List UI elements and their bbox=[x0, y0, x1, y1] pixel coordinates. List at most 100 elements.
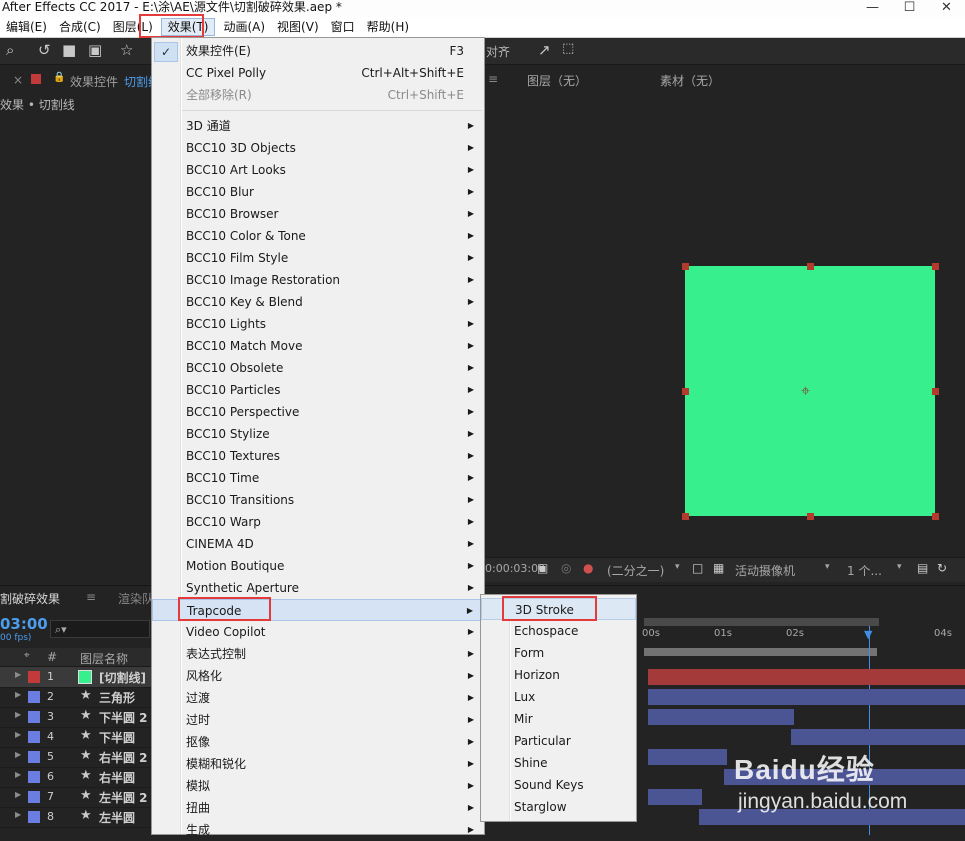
search-icon[interactable]: ⌕ bbox=[6, 41, 14, 59]
timeline-search-input[interactable]: ⌕▾ bbox=[50, 620, 150, 638]
transform-handle[interactable] bbox=[932, 513, 939, 520]
effects-menu-item[interactable]: BCC10 Blur ▶ bbox=[152, 181, 484, 203]
trapcode-menu-item[interactable]: Horizon bbox=[481, 664, 636, 686]
label-column-icon[interactable]: ⌖ bbox=[24, 650, 30, 661]
layer-name[interactable]: 下半圆 bbox=[99, 729, 135, 746]
maximize-button[interactable]: ☐ bbox=[891, 0, 928, 17]
layer-duration-bar[interactable] bbox=[648, 689, 965, 705]
effects-menu-item[interactable]: BCC10 Match Move ▶ bbox=[152, 335, 484, 357]
effects-menu-item[interactable]: 模糊和锐化 ▶ bbox=[152, 753, 484, 775]
effects-menu-item[interactable]: Video Copilot ▶ bbox=[152, 621, 484, 643]
expand-triangle-icon[interactable]: ▶ bbox=[15, 690, 21, 699]
effects-menu-item[interactable]: BCC10 Browser ▶ bbox=[152, 203, 484, 225]
effects-menu-item[interactable]: BCC10 Perspective ▶ bbox=[152, 401, 484, 423]
expand-triangle-icon[interactable]: ▶ bbox=[15, 730, 21, 739]
expand-triangle-icon[interactable]: ▶ bbox=[15, 810, 21, 819]
minimize-button[interactable]: — bbox=[854, 0, 891, 17]
layer-row[interactable]: ▶ 1 [切割线] bbox=[0, 667, 151, 688]
layer-name[interactable]: 右半圆 bbox=[99, 769, 135, 786]
camera-dropdown[interactable]: 活动摄像机 bbox=[735, 562, 835, 579]
layer-duration-bar[interactable] bbox=[648, 669, 965, 685]
menu-4[interactable]: 动画(A) bbox=[217, 17, 271, 37]
expand-triangle-icon[interactable]: ▶ bbox=[15, 670, 21, 679]
menu-7[interactable]: 帮助(H) bbox=[361, 17, 415, 37]
transform-handle[interactable] bbox=[932, 388, 939, 395]
effects-menu-item[interactable]: BCC10 Warp ▶ bbox=[152, 511, 484, 533]
views-dropdown[interactable]: 1 个... bbox=[847, 562, 882, 579]
label-color-swatch[interactable] bbox=[28, 751, 40, 763]
layer-viewer-tab[interactable]: 图层（无） bbox=[527, 72, 587, 89]
effects-menu-item[interactable]: 生成 ▶ bbox=[152, 819, 484, 841]
expand-triangle-icon[interactable]: ▶ bbox=[15, 770, 21, 779]
layer-name[interactable]: 下半圆 2 bbox=[99, 709, 148, 726]
layer-duration-bar[interactable] bbox=[790, 729, 965, 745]
layer-duration-bar[interactable] bbox=[648, 709, 794, 725]
label-color-swatch[interactable] bbox=[28, 731, 40, 743]
effects-menu-item[interactable]: BCC10 Film Style ▶ bbox=[152, 247, 484, 269]
trapcode-menu-item[interactable]: Form bbox=[481, 642, 636, 664]
work-area-range[interactable] bbox=[644, 648, 877, 656]
layer-row[interactable]: ▶ 7 ★ 左半圆 2 bbox=[0, 787, 151, 808]
label-color-swatch[interactable] bbox=[28, 791, 40, 803]
layer-row[interactable]: ▶ 2 ★ 三角形 bbox=[0, 687, 151, 708]
effects-menu-item[interactable]: BCC10 Color & Tone ▶ bbox=[152, 225, 484, 247]
menu-5[interactable]: 视图(V) bbox=[271, 17, 325, 37]
label-color-swatch[interactable] bbox=[28, 691, 40, 703]
lock-icon[interactable]: 🔒 bbox=[53, 72, 65, 83]
label-color-swatch[interactable] bbox=[28, 711, 40, 723]
effects-menu-item[interactable]: BCC10 Time ▶ bbox=[152, 467, 484, 489]
snapshot-icon[interactable]: ▣ bbox=[537, 561, 548, 575]
align-label[interactable]: 对齐 bbox=[486, 43, 510, 60]
render-queue-tab[interactable]: 渲染队 bbox=[118, 590, 154, 607]
transform-handle[interactable] bbox=[807, 263, 814, 270]
work-area-bar[interactable] bbox=[644, 618, 879, 626]
color-channels-icon[interactable]: ● bbox=[583, 561, 593, 575]
effects-menu-item[interactable]: 全部移除(R) Ctrl+Shift+E bbox=[152, 84, 484, 106]
effects-menu-item[interactable]: BCC10 3D Objects ▶ bbox=[152, 137, 484, 159]
layer-name[interactable]: 三角形 bbox=[99, 689, 135, 706]
effects-menu-item[interactable]: 3D 通道 ▶ bbox=[152, 115, 484, 137]
effects-menu-item[interactable]: BCC10 Obsolete ▶ bbox=[152, 357, 484, 379]
effects-menu-item[interactable]: 表达式控制 ▶ bbox=[152, 643, 484, 665]
reset-exposure-icon[interactable]: ↻ bbox=[937, 561, 947, 575]
anchor-point-icon[interactable]: ⌖ bbox=[801, 381, 810, 401]
grid-options-icon[interactable]: ▤ bbox=[917, 561, 928, 575]
comp-timeline-tab[interactable]: 割破碎效果 bbox=[0, 590, 60, 607]
effects-menu-item[interactable]: CINEMA 4D ▶ bbox=[152, 533, 484, 555]
effects-menu-item[interactable]: 风格化 ▶ bbox=[152, 665, 484, 687]
effects-menu-item[interactable]: 扭曲 ▶ bbox=[152, 797, 484, 819]
tab-menu-icon[interactable]: ≡ bbox=[86, 590, 96, 604]
trapcode-menu-item[interactable]: Starglow bbox=[481, 796, 636, 818]
layer-name[interactable]: [切割线] bbox=[99, 669, 146, 686]
layer-name[interactable]: 左半圆 bbox=[99, 809, 135, 826]
menu-0[interactable]: 编辑(E) bbox=[0, 17, 53, 37]
layer-row[interactable]: ▶ 6 ★ 右半圆 bbox=[0, 767, 151, 788]
layer-name[interactable]: 左半圆 2 bbox=[99, 789, 148, 806]
menu-1[interactable]: 合成(C) bbox=[53, 17, 107, 37]
effects-menu-item[interactable]: ✓ 效果控件(E) F3 bbox=[152, 40, 484, 62]
trapcode-menu-item[interactable]: Lux bbox=[481, 686, 636, 708]
close-button[interactable]: ✕ bbox=[928, 0, 965, 17]
trapcode-menu-item[interactable]: Shine bbox=[481, 752, 636, 774]
effects-menu-item[interactable]: Motion Boutique ▶ bbox=[152, 555, 484, 577]
transform-handle[interactable] bbox=[932, 263, 939, 270]
trapcode-menu-item[interactable]: Mir bbox=[481, 708, 636, 730]
effects-menu-item[interactable]: BCC10 Key & Blend ▶ bbox=[152, 291, 484, 313]
resolution-dropdown[interactable]: (二分之一) bbox=[607, 562, 664, 579]
transform-handle[interactable] bbox=[682, 513, 689, 520]
region-of-interest-icon[interactable]: □ bbox=[692, 561, 703, 575]
effects-menu-item[interactable]: 抠像 ▶ bbox=[152, 731, 484, 753]
layer-duration-bar[interactable] bbox=[648, 789, 702, 805]
effects-menu-item[interactable]: BCC10 Image Restoration ▶ bbox=[152, 269, 484, 291]
playhead-icon[interactable]: ▼ bbox=[864, 628, 872, 641]
current-time-display[interactable]: 03:00 bbox=[0, 615, 48, 633]
effects-menu-item[interactable]: BCC10 Transitions ▶ bbox=[152, 489, 484, 511]
menu-6[interactable]: 窗口 bbox=[325, 17, 361, 37]
trapcode-menu-item[interactable]: Particular bbox=[481, 730, 636, 752]
layer-row[interactable]: ▶ 4 ★ 下半圆 bbox=[0, 727, 151, 748]
effects-menu-item[interactable]: BCC10 Lights ▶ bbox=[152, 313, 484, 335]
layer-name[interactable]: 右半圆 2 bbox=[99, 749, 148, 766]
effects-menu-item[interactable]: 模拟 ▶ bbox=[152, 775, 484, 797]
label-color-swatch[interactable] bbox=[28, 671, 40, 683]
layer-row[interactable]: ▶ 8 ★ 左半圆 bbox=[0, 807, 151, 828]
